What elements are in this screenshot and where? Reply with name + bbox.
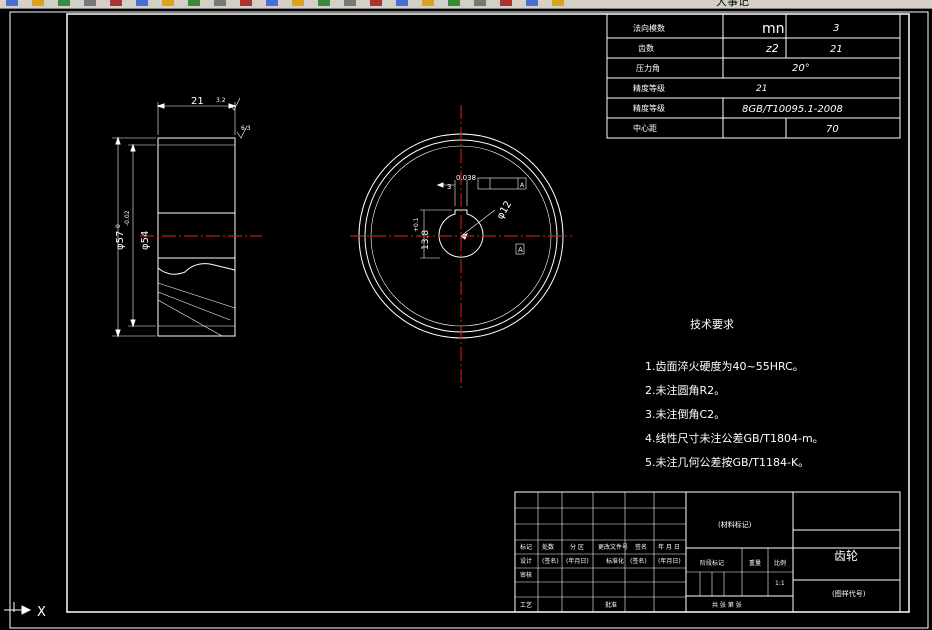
param-symbol: mn	[762, 21, 785, 37]
tb-row4: 批准	[605, 601, 617, 609]
ucs-icon	[4, 602, 32, 615]
keyway-symbol: A	[520, 182, 525, 189]
help-icon[interactable]	[552, 0, 564, 6]
centerlines-front	[350, 105, 572, 390]
dim-outer-tol-lower: -0.02	[124, 210, 131, 226]
tech-req-item: 5.未注几何公差按GB/T1184-K。	[645, 455, 809, 469]
dim-outer-tol-upper: 0	[115, 224, 122, 228]
new-icon[interactable]	[6, 0, 18, 6]
drawing-canvas[interactable]: 法向模数 mn 3 齿数 z2 21 压力角 20° 精度等级 21 精度等级 …	[0, 8, 932, 630]
tb-stage-label: 阶段标记	[700, 559, 724, 567]
param-label: 齿数	[638, 43, 654, 53]
pan-icon[interactable]	[292, 0, 304, 6]
drawing-no: (图样代号)	[832, 589, 866, 598]
layer-state-icon[interactable]	[526, 0, 538, 6]
bore-dia: φ12	[495, 199, 514, 221]
tech-req-item: 2.未注圆角R2。	[645, 383, 725, 397]
tb-row2: (年月日)	[566, 557, 589, 565]
tb-row4: 工艺	[520, 601, 532, 609]
ucs-x-label: X	[37, 605, 46, 620]
side-dimensions: 21 3.2 6.3 φ57 0 -0.02 φ54	[115, 96, 251, 250]
datum-label: A	[518, 246, 523, 254]
front-dimensions: 0.038 3 A φ12 13.8 +0.1 A	[413, 174, 525, 254]
param-value: 8GB/T10095.1-2008	[742, 104, 843, 115]
keyway-width: 3	[447, 183, 451, 191]
layer-icon[interactable]	[500, 0, 512, 6]
part-name: 齿轮	[834, 549, 858, 563]
tb-row2: (签名)	[630, 557, 647, 565]
tb-header: 分 区	[570, 543, 584, 551]
tb-header: 年 月 日	[658, 543, 680, 551]
keyway-depth-tol: +0.1	[413, 217, 420, 232]
tb-row3: 审核	[520, 571, 532, 579]
match-icon[interactable]	[214, 0, 226, 6]
tech-req-item: 1.齿面淬火硬度为40~55HRC。	[645, 359, 804, 373]
keyway-depth: 13.8	[421, 230, 431, 250]
param-label: 压力角	[636, 63, 660, 73]
dim-outer-dia: φ57	[115, 231, 126, 250]
tb-stage-label: 重量	[749, 559, 761, 567]
tb-header: 标记	[520, 543, 532, 551]
param-value: 21	[830, 44, 843, 55]
print-icon[interactable]	[84, 0, 96, 6]
save-icon[interactable]	[58, 0, 70, 6]
tb-header: 更改文件号	[598, 543, 628, 551]
gear-side-view[interactable]	[112, 97, 248, 338]
tech-req-item: 3.未注倒角C2。	[645, 407, 725, 421]
param-label: 精度等级	[633, 83, 665, 93]
param-label: 中心距	[633, 123, 657, 133]
design-center-icon[interactable]	[422, 0, 434, 6]
undo-icon[interactable]	[240, 0, 252, 6]
zoom-icon[interactable]	[318, 0, 330, 6]
tb-stage-label: 比例	[774, 559, 786, 567]
keyway-tol: 0.038	[456, 174, 476, 182]
tb-header: 处数	[542, 543, 554, 551]
tech-req-title: 技术要求	[690, 318, 734, 331]
dim-inner-dia: φ54	[140, 231, 151, 250]
tech-req-item: 4.线性尺寸未注公差GB/T1804-m。	[645, 431, 824, 445]
param-value: 20°	[792, 63, 810, 74]
param-value: 3	[833, 23, 839, 34]
param-value: 70	[826, 124, 839, 135]
tb-row2: (年月日)	[658, 557, 681, 565]
paste-icon[interactable]	[188, 0, 200, 6]
copy-icon[interactable]	[162, 0, 174, 6]
technical-requirements: 技术要求 1.齿面淬火硬度为40~55HRC。 2.未注圆角R2。 3.未注倒角…	[645, 318, 824, 469]
preview-icon[interactable]	[110, 0, 122, 6]
redo-icon[interactable]	[266, 0, 278, 6]
param-label: 法向模数	[633, 23, 665, 33]
properties-icon[interactable]	[396, 0, 408, 6]
tb-sheet: 共 张 第 张	[712, 601, 742, 609]
open-icon[interactable]	[32, 0, 44, 6]
param-symbol: z2	[765, 42, 779, 55]
dim-width: 21	[191, 96, 204, 107]
material-label: (材料标记)	[718, 520, 752, 529]
cut-icon[interactable]	[136, 0, 148, 6]
param-value: 21	[756, 84, 767, 94]
calculator-icon[interactable]	[474, 0, 486, 6]
param-label: 精度等级	[633, 103, 665, 113]
roughness-side: 6.3	[241, 125, 251, 132]
tb-row2: 设计	[520, 557, 532, 565]
tb-header: 签名	[635, 543, 647, 551]
tool-palette-icon[interactable]	[448, 0, 460, 6]
tb-row2: 标准化	[606, 557, 624, 565]
roughness-top: 3.2	[216, 97, 226, 104]
zoom-window-icon[interactable]	[344, 0, 356, 6]
tb-scale: 1:1	[775, 580, 785, 587]
zoom-prev-icon[interactable]	[370, 0, 382, 6]
tb-row2: (签名)	[542, 557, 559, 565]
